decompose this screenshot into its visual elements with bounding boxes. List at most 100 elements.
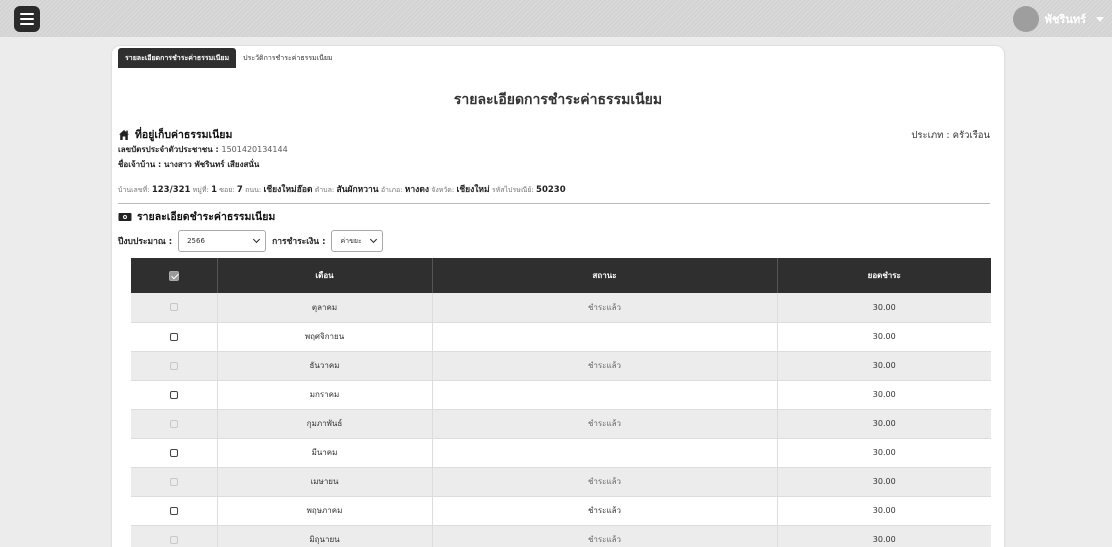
row-checkbox-cell bbox=[131, 409, 218, 439]
divider bbox=[118, 203, 990, 204]
table-header-row: เดือน สถานะ ยอดชำระ bbox=[131, 258, 991, 293]
table-row: มีนาคม 30.00 bbox=[131, 438, 991, 468]
district: หางดง bbox=[404, 185, 429, 195]
owner-value: นางสาว พัชรินทร์ เสียงสนั่น bbox=[163, 160, 260, 169]
address-title-text: ที่อยู่เก็บค่าธรรมเนียม bbox=[135, 129, 233, 141]
row-checkbox-cell bbox=[131, 467, 218, 497]
tab-bar: รายละเอียดการชำระค่าธรรมเนียม ประวัติการ… bbox=[118, 46, 340, 68]
table-row: มิถุนายน ชำระแล้ว 30.00 bbox=[131, 525, 991, 547]
row-checkbox-cell bbox=[131, 525, 218, 547]
row-checkbox-cell bbox=[131, 322, 218, 352]
amount-cell: 30.00 bbox=[777, 380, 991, 410]
table-row: ตุลาคม ชำระแล้ว 30.00 bbox=[131, 293, 991, 323]
row-checkbox-cell bbox=[131, 351, 218, 381]
amount-cell: 30.00 bbox=[777, 467, 991, 497]
road: เชียงใหม่ฮ๊อด bbox=[263, 185, 313, 195]
subdistrict: สันผักหวาน bbox=[336, 185, 379, 195]
year-label: ปีงบประมาณ : bbox=[118, 237, 173, 247]
payment-type-value: ค่าขยะ bbox=[340, 236, 362, 245]
amount-cell: 30.00 bbox=[777, 438, 991, 468]
year-select[interactable]: 2566 bbox=[178, 230, 267, 252]
column-header-status: สถานะ bbox=[432, 258, 778, 293]
month-cell: ธันวาคม bbox=[217, 351, 433, 381]
moo-label: หมู่ที่: bbox=[192, 186, 209, 194]
row-checkbox[interactable] bbox=[169, 332, 178, 341]
row-checkbox-cell bbox=[131, 293, 218, 323]
district-label: อำเภอ: bbox=[380, 186, 403, 194]
row-checkbox[interactable] bbox=[169, 390, 178, 399]
row-checkbox-cell bbox=[131, 380, 218, 410]
money-icon bbox=[118, 212, 132, 222]
hamburger-menu-icon[interactable] bbox=[14, 6, 40, 32]
status-cell: ชำระแล้ว bbox=[432, 351, 778, 381]
top-navbar: พัชรินทร์ bbox=[0, 0, 1112, 37]
table-row: พฤษภาคม ชำระแล้ว 30.00 bbox=[131, 496, 991, 526]
postcode-label: รหัสไปรษณีย์: bbox=[491, 186, 534, 194]
row-checkbox[interactable] bbox=[169, 448, 178, 457]
user-menu[interactable]: พัชรินทร์ bbox=[1012, 6, 1104, 32]
payment-section-title: รายละเอียดชำระค่าธรรมเนียม bbox=[118, 208, 275, 225]
status-cell: ชำระแล้ว bbox=[432, 409, 778, 439]
status-cell: ชำระแล้ว bbox=[432, 293, 778, 323]
column-header-amount: ยอดชำระ bbox=[777, 258, 991, 293]
page-title: รายละเอียดการชำระค่าธรรมเนียม bbox=[453, 92, 663, 108]
caret-down-icon[interactable] bbox=[1096, 16, 1104, 22]
month-cell: มิถุนายน bbox=[217, 525, 433, 547]
month-cell: เมษายน bbox=[217, 467, 433, 497]
row-checkbox-cell bbox=[131, 496, 218, 526]
payment-title-text: รายละเอียดชำระค่าธรรมเนียม bbox=[137, 211, 276, 223]
owner-row: ชื่อเจ้าบ้าน : นางสาว พัชรินทร์ เสียงสนั… bbox=[118, 158, 259, 171]
month-cell: มีนาคม bbox=[217, 438, 433, 468]
table-row: มกราคม 30.00 bbox=[131, 380, 991, 410]
payment-type-label: การชำระเงิน : bbox=[272, 237, 326, 247]
column-header-month: เดือน bbox=[217, 258, 433, 293]
row-checkbox[interactable] bbox=[169, 535, 178, 544]
table-row: กุมภาพันธ์ ชำระแล้ว 30.00 bbox=[131, 409, 991, 439]
house-no-label: บ้านเลขที่: bbox=[118, 186, 150, 194]
home-icon bbox=[118, 129, 130, 141]
household-type: ประเภท : ครัวเรือน bbox=[911, 130, 990, 141]
select-all-cell bbox=[131, 258, 218, 293]
citizen-id-value: 1501420134144 bbox=[221, 145, 288, 154]
table-row: ธันวาคม ชำระแล้ว 30.00 bbox=[131, 351, 991, 381]
content-card: รายละเอียดการชำระค่าธรรมเนียม ประวัติการ… bbox=[112, 46, 1004, 547]
province-label: จังหวัด: bbox=[431, 186, 455, 194]
row-checkbox[interactable] bbox=[169, 419, 178, 428]
filter-bar: ปีงบประมาณ : 2566 การชำระเงิน : ค่าขยะ bbox=[118, 230, 384, 252]
soi: 7 bbox=[236, 185, 243, 195]
row-checkbox[interactable] bbox=[169, 506, 178, 515]
amount-cell: 30.00 bbox=[777, 496, 991, 526]
tab-payment-history[interactable]: ประวัติการชำระค่าธรรมเนียม bbox=[236, 48, 339, 68]
citizen-id-row: เลขบัตรประจำตัวประชาชน : 1501420134144 bbox=[118, 143, 288, 156]
avatar[interactable] bbox=[1012, 6, 1039, 32]
status-cell: ชำระแล้ว bbox=[432, 525, 778, 547]
address-line: บ้านเลขที่: 123/321 หมู่ที่: 1 ซอย: 7 ถน… bbox=[118, 182, 566, 196]
month-cell: พฤษภาคม bbox=[217, 496, 433, 526]
status-cell bbox=[432, 438, 778, 468]
table-row: พฤศจิกายน 30.00 bbox=[131, 322, 991, 352]
payment-type-select[interactable]: ค่าขยะ bbox=[331, 230, 384, 252]
row-checkbox-cell bbox=[131, 438, 218, 468]
table-row: เมษายน ชำระแล้ว 30.00 bbox=[131, 467, 991, 497]
chevron-down-icon bbox=[370, 235, 378, 244]
moo: 1 bbox=[211, 185, 218, 195]
month-cell: ตุลาคม bbox=[217, 293, 433, 323]
row-checkbox[interactable] bbox=[169, 477, 178, 486]
owner-label: ชื่อเจ้าบ้าน : bbox=[118, 160, 162, 169]
row-checkbox[interactable] bbox=[169, 361, 178, 370]
row-checkbox[interactable] bbox=[169, 303, 178, 312]
province: เชียงใหม่ bbox=[456, 185, 490, 195]
user-name[interactable]: พัชรินทร์ bbox=[1045, 10, 1086, 28]
citizen-id-label: เลขบัตรประจำตัวประชาชน : bbox=[118, 145, 219, 154]
address-section-title: ที่อยู่เก็บค่าธรรมเนียม bbox=[118, 126, 232, 143]
tab-payment-details[interactable]: รายละเอียดการชำระค่าธรรมเนียม bbox=[118, 48, 237, 68]
amount-cell: 30.00 bbox=[777, 293, 991, 323]
month-cell: กุมภาพันธ์ bbox=[217, 409, 433, 439]
select-all-checkbox[interactable] bbox=[168, 270, 179, 281]
road-label: ถนน: bbox=[245, 186, 262, 194]
status-cell bbox=[432, 322, 778, 352]
status-cell bbox=[432, 380, 778, 410]
payment-table: เดือน สถานะ ยอดชำระ ตุลาคม ชำระแล้ว 30.00 พ… bbox=[131, 258, 991, 547]
status-cell: ชำระแล้ว bbox=[432, 467, 778, 497]
amount-cell: 30.00 bbox=[777, 322, 991, 352]
